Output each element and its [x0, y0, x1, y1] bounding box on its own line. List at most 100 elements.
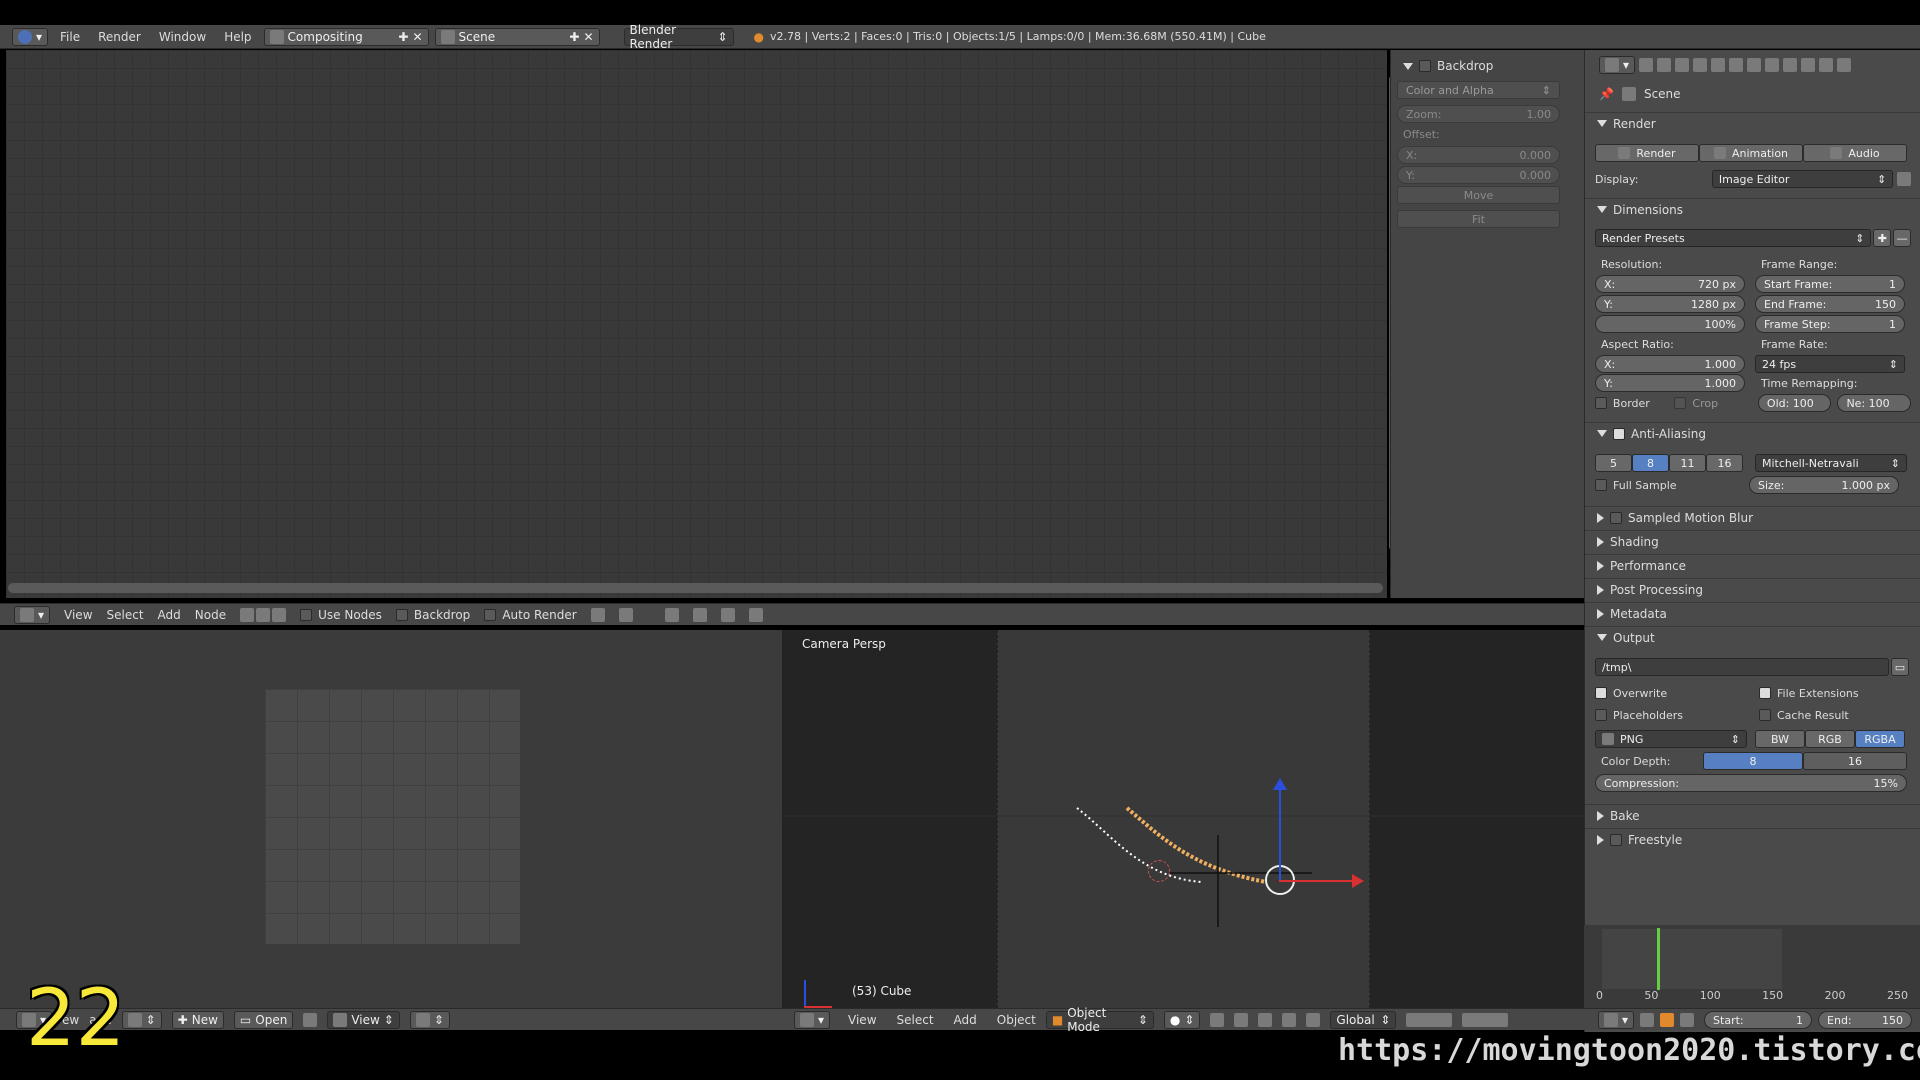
time-old-field[interactable]: Old: 100 — [1757, 394, 1832, 412]
layers-grid-1[interactable] — [1406, 1012, 1453, 1027]
crop-checkbox[interactable] — [1674, 397, 1687, 409]
render-panel-header[interactable]: Render — [1585, 112, 1920, 134]
modifiers-tab-icon[interactable] — [1747, 58, 1762, 72]
copy-icon[interactable] — [720, 607, 735, 622]
compression-slider[interactable]: Compression: 15% — [1595, 774, 1907, 792]
render-engine-dropdown[interactable]: Blender Render ⇕ — [623, 23, 734, 51]
placeholders-checkbox[interactable] — [1595, 709, 1607, 721]
3d-editor-type-button[interactable]: ▾ — [794, 1010, 831, 1029]
3d-menu-view[interactable]: View — [848, 1013, 876, 1027]
add-screen-icon[interactable]: ✚ — [398, 30, 408, 44]
translate-manipulator-icon[interactable] — [1258, 1012, 1273, 1027]
menu-window[interactable]: Window — [153, 28, 212, 46]
shader-nodes-icon[interactable] — [240, 607, 255, 622]
performance-panel-header[interactable]: Performance — [1585, 554, 1920, 576]
output-path-field[interactable]: /tmp\ — [1595, 658, 1889, 676]
paste-icon[interactable] — [748, 607, 763, 622]
timeline-end-field[interactable]: End: 150 — [1818, 1011, 1913, 1029]
frame-step-field[interactable]: Frame Step: 1 — [1755, 315, 1905, 333]
texture-tab-icon[interactable] — [1801, 58, 1816, 72]
color-mode-bw[interactable]: BW — [1755, 730, 1805, 748]
freestyle-checkbox[interactable] — [1610, 833, 1622, 846]
bake-panel-header[interactable]: Bake — [1585, 804, 1920, 826]
menu-help[interactable]: Help — [218, 28, 257, 46]
compositing-nodes-icon[interactable] — [256, 607, 271, 622]
end-frame-field[interactable]: End Frame: 150 — [1755, 295, 1905, 313]
aspect-y-field[interactable]: Y: 1.000 — [1595, 374, 1745, 392]
material-tab-icon[interactable] — [1783, 58, 1798, 72]
backdrop-toggle-checkbox[interactable] — [395, 608, 408, 621]
snap-icon[interactable] — [664, 607, 679, 622]
new-image-button[interactable]: ✚ New — [171, 1010, 224, 1029]
3d-viewport[interactable]: Camera Persp (53) Cube — [782, 630, 1584, 1008]
filter-size-field[interactable]: Size: 1.000 px — [1749, 476, 1899, 494]
freestyle-panel-header[interactable]: Freestyle — [1585, 828, 1920, 850]
aspect-x-field[interactable]: X: 1.000 — [1595, 355, 1745, 373]
auto-render-checkbox[interactable] — [484, 608, 497, 621]
manipulator-toggle-icon[interactable] — [1234, 1012, 1249, 1027]
timeline-start-field[interactable]: Start: 1 — [1704, 1011, 1813, 1029]
node-menu-add[interactable]: Add — [158, 608, 181, 622]
render-presets-dropdown[interactable]: Render Presets ⇕ — [1595, 229, 1872, 247]
viewport-shading-dropdown[interactable]: ● ⇕ — [1163, 1010, 1201, 1029]
image-browse-button[interactable]: ⇕ — [121, 1010, 162, 1029]
timeline-editor-type-button[interactable]: ▾ — [1598, 1011, 1635, 1029]
color-depth-8[interactable]: 8 — [1703, 752, 1803, 770]
timeline-area[interactable]: 0 50 100 150 200 250 — [1584, 925, 1920, 1008]
render-tab-icon[interactable] — [1639, 58, 1654, 72]
world-tab-icon[interactable] — [1693, 58, 1708, 72]
x-axis-handle[interactable] — [1279, 880, 1354, 882]
view-mode-dropdown[interactable]: View ⇕ — [327, 1010, 400, 1029]
pin-image-icon[interactable] — [303, 1012, 318, 1027]
key-lock-icon[interactable] — [1680, 1013, 1695, 1027]
constraints-tab-icon[interactable] — [1729, 58, 1744, 72]
add-preset-button[interactable]: ✚ — [1873, 229, 1892, 247]
props-editor-type-button[interactable]: ▾ — [1599, 56, 1636, 74]
orientation-dropdown[interactable]: Global ⇕ — [1330, 1010, 1397, 1029]
render-layers-tab-icon[interactable] — [1657, 58, 1672, 72]
object-tab-icon[interactable] — [1711, 58, 1726, 72]
rotate-manipulator-icon[interactable] — [1282, 1012, 1297, 1027]
metadata-panel-header[interactable]: Metadata — [1585, 602, 1920, 624]
node-menu-node[interactable]: Node — [195, 608, 226, 622]
node-editor-type-button[interactable]: ▾ — [14, 605, 51, 624]
current-frame-indicator[interactable] — [1656, 928, 1660, 990]
color-mode-rgba[interactable]: RGBA — [1855, 730, 1905, 748]
frame-rate-dropdown[interactable]: 24 fps ⇕ — [1755, 355, 1905, 373]
dimensions-panel-header[interactable]: Dimensions — [1585, 198, 1920, 220]
use-nodes-toggle[interactable]: Use Nodes — [300, 608, 382, 622]
aa-checkbox[interactable] — [1613, 427, 1625, 440]
data-tab-icon[interactable] — [1765, 58, 1780, 72]
file-extensions-checkbox[interactable] — [1759, 687, 1771, 699]
delete-scene-icon[interactable]: ✕ — [583, 30, 593, 44]
motion-blur-panel-header[interactable]: Sampled Motion Blur — [1585, 506, 1920, 528]
remove-preset-button[interactable]: — — [1893, 229, 1911, 247]
display-dropdown[interactable]: Image Editor ⇕ — [1711, 170, 1894, 188]
aa-samples-11[interactable]: 11 — [1669, 454, 1706, 472]
post-processing-panel-header[interactable]: Post Processing — [1585, 578, 1920, 600]
horizontal-scrollbar[interactable] — [8, 583, 1383, 593]
render-animation-button[interactable]: Animation — [1699, 144, 1803, 162]
3d-menu-object[interactable]: Object — [997, 1013, 1036, 1027]
go-parent-icon[interactable] — [618, 607, 633, 622]
cache-result-checkbox[interactable] — [1759, 709, 1771, 721]
browse-folder-icon[interactable]: ▭ — [1891, 658, 1909, 676]
add-scene-icon[interactable]: ✚ — [569, 30, 579, 44]
shading-panel-header[interactable]: Shading — [1585, 530, 1920, 552]
x-arrow-icon[interactable] — [1352, 874, 1364, 888]
particles-tab-icon[interactable] — [1819, 58, 1834, 72]
display-channels-button[interactable]: ⇕ — [409, 1010, 450, 1029]
menu-file[interactable]: File — [54, 28, 86, 46]
physics-tab-icon[interactable] — [1837, 58, 1852, 72]
snap-element-icon[interactable] — [692, 607, 707, 622]
border-checkbox[interactable] — [1595, 397, 1607, 409]
use-nodes-checkbox[interactable] — [300, 608, 313, 621]
pin-icon[interactable] — [590, 607, 605, 622]
z-axis-handle[interactable] — [1279, 790, 1281, 880]
editor-type-button[interactable]: ▾ — [12, 27, 49, 46]
time-new-field[interactable]: Ne: 100 — [1837, 394, 1911, 412]
menu-render[interactable]: Render — [92, 28, 147, 46]
motion-blur-checkbox[interactable] — [1610, 511, 1622, 524]
aa-samples-5[interactable]: 5 — [1595, 454, 1632, 472]
pin-context-icon[interactable]: 📌 — [1599, 87, 1614, 101]
